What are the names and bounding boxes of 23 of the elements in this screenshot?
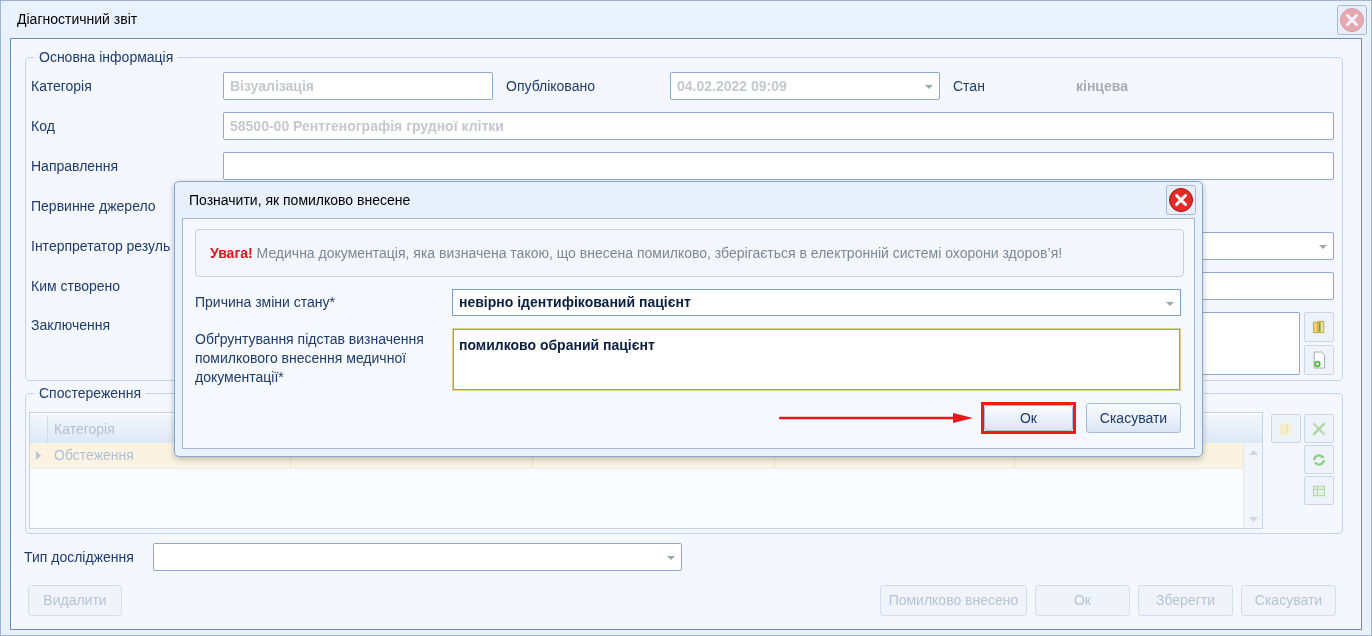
field-label: Ким створено bbox=[31, 276, 122, 296]
dialog-button[interactable]: Ок bbox=[984, 405, 1073, 431]
field-label: Опубліковано bbox=[506, 76, 596, 96]
category-field[interactable]: Візуалізація bbox=[223, 72, 493, 100]
field-label: Код bbox=[31, 116, 56, 136]
group-legend: Основна інформація bbox=[34, 48, 179, 66]
field-label: Причина зміни стану* bbox=[195, 293, 336, 312]
field-label: Категорія bbox=[31, 76, 93, 96]
dialog-title: Позначити, як помилково внесене bbox=[189, 190, 411, 210]
field-label: Заключення bbox=[31, 316, 111, 335]
table-cell-text: Обстеження bbox=[53, 446, 135, 465]
text-field[interactable]: 58500-00 Рентгенографія грудної клітки bbox=[223, 112, 1334, 140]
reason-dropdown[interactable]: невірно ідентифікований пацієнт bbox=[452, 289, 1181, 316]
field-label: Тип дослідження bbox=[24, 547, 135, 567]
date-field[interactable]: 04.02.2022 09:09 bbox=[670, 72, 940, 100]
dialog-button[interactable]: Скасувати bbox=[1086, 403, 1181, 433]
field-label: Обґрунтування підстав визначення помилкового внесення медичної документації* bbox=[195, 330, 425, 387]
status-value: кінцева bbox=[1076, 76, 1128, 96]
justification-field[interactable]: помилково обраний пацієнт bbox=[452, 328, 1181, 391]
field-label: Стан bbox=[953, 76, 986, 96]
field-label: Направлення bbox=[31, 156, 120, 176]
warning-message: Увага! Медична документація, яка визначена такою, що внесена помилково, зберігається в електронній системі охорони здоров’я! bbox=[210, 243, 1063, 263]
window-title: Діагностичний звіт bbox=[17, 10, 138, 29]
